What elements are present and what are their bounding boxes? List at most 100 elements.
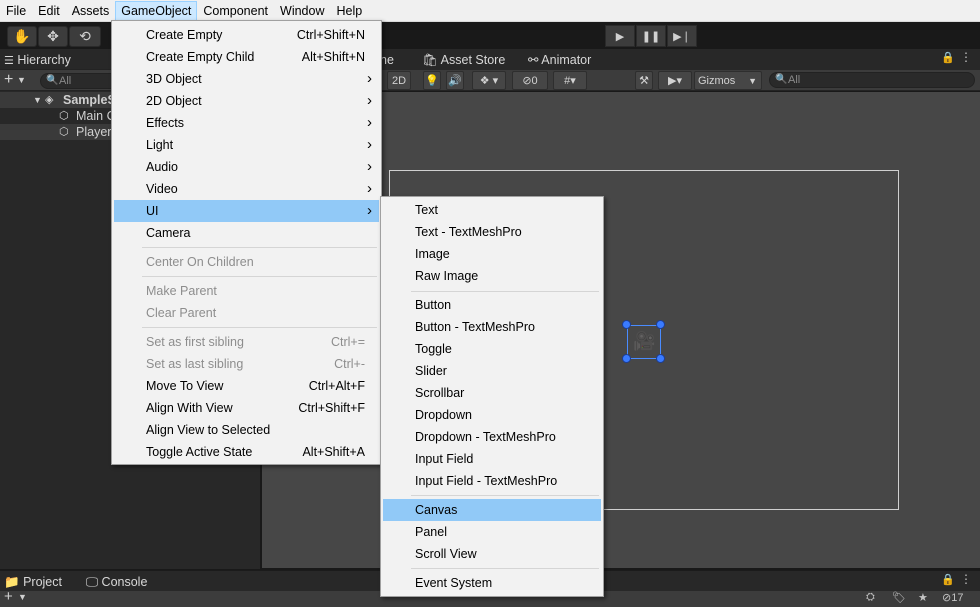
ui-submenu-item-event-system[interactable]: Event System [383, 572, 601, 594]
filter-type-icon[interactable]: ⛭ [866, 591, 875, 604]
hierarchy-tab[interactable]: ☰ Hierarchy [4, 50, 71, 70]
ui-submenu-item-input-field[interactable]: Input Field [383, 448, 601, 470]
move-tool-icon[interactable]: ✥ [38, 26, 68, 47]
gameobject-menu-item-toggle-active-state[interactable]: Toggle Active State Alt+Shift+A [114, 441, 379, 463]
ui-submenu-item-text[interactable]: Text [383, 199, 601, 221]
gameobject-menu-item-ui[interactable]: UI › [114, 200, 379, 222]
gameobject-menu-item-move-to-view[interactable]: Move To View Ctrl+Alt+F [114, 375, 379, 397]
tab-animator-label: Animator [541, 53, 592, 67]
label-icon[interactable]: 🏷 [892, 591, 906, 604]
menu-edit[interactable]: Edit [32, 1, 66, 21]
ui-submenu-item-slider[interactable]: Slider [383, 360, 601, 382]
menu-item-shortcut: Ctrl+Shift+F [298, 401, 365, 415]
pause-icon[interactable]: ❚❚ [636, 25, 666, 47]
ui-submenu-item-toggle[interactable]: Toggle [383, 338, 601, 360]
gameobject-menu-item-create-empty[interactable]: Create Empty Ctrl+Shift+N [114, 24, 379, 46]
ui-submenu-item-scrollbar[interactable]: Scrollbar [383, 382, 601, 404]
scene-search-input[interactable]: 🔍 All [769, 72, 975, 88]
chevron-right-icon: › [367, 92, 372, 109]
ui-submenu-item-image[interactable]: Image [383, 243, 601, 265]
more-options-icon[interactable]: ⋮ [960, 572, 972, 586]
ui-submenu-item-panel[interactable]: Panel [383, 521, 601, 543]
menu-item-label: Dropdown - TextMeshPro [415, 430, 556, 444]
menu-item-label: Text [415, 203, 438, 217]
step-icon[interactable]: ▶❘ [667, 25, 697, 47]
menu-item-label: Video [146, 182, 178, 196]
gameobject-menu-item-video[interactable]: Video › [114, 178, 379, 200]
gameobject-menu-item-2d-object[interactable]: 2D Object › [114, 90, 379, 112]
tab-console[interactable]: 🖵 Console [86, 572, 147, 592]
hidden-packages-count: 17 [951, 592, 964, 604]
menu-help[interactable]: Help [330, 1, 368, 21]
ui-submenu-item-dropdown-textmeshpro[interactable]: Dropdown - TextMeshPro [383, 426, 601, 448]
tab-asset-store[interactable]: 🛍 Asset Store [422, 50, 505, 70]
menu-gameobject[interactable]: GameObject [115, 0, 198, 21]
menu-item-shortcut: Ctrl+= [330, 335, 365, 349]
ui-submenu-item-raw-image[interactable]: Raw Image [383, 265, 601, 287]
menu-item-shortcut: Alt+Shift+N [301, 50, 365, 64]
grid-icon[interactable]: #▾ [553, 71, 587, 90]
ui-submenu-item-scroll-view[interactable]: Scroll View [383, 543, 601, 565]
menu-item-shortcut: Ctrl+Alt+F [308, 379, 365, 393]
star-icon[interactable]: ★ [918, 591, 928, 604]
gameobject-cube-icon: ⬡ [59, 126, 69, 138]
lighting-icon[interactable]: 💡 [423, 71, 441, 90]
ui-submenu-item-button-textmeshpro[interactable]: Button - TextMeshPro [383, 316, 601, 338]
gameobject-menu-item-audio[interactable]: Audio › [114, 156, 379, 178]
menu-item-label: Move To View [146, 379, 224, 393]
audio-icon[interactable]: 🔊 [446, 71, 464, 90]
add-icon[interactable]: + [4, 70, 13, 90]
menu-bar: File Edit Assets GameObject Component Wi… [0, 0, 980, 22]
menu-file[interactable]: File [0, 1, 32, 21]
menu-item-label: Light [146, 138, 174, 152]
more-options-icon[interactable]: ⋮ [960, 50, 972, 64]
menu-item-label: Create Empty Child [146, 50, 255, 64]
menu-item-label: Canvas [415, 503, 458, 517]
menu-item-label: Text - TextMeshPro [415, 225, 522, 239]
effects-icon[interactable]: ❖ ▾ [472, 71, 506, 90]
gameobject-menu-item-align-with-view[interactable]: Align With View Ctrl+Shift+F [114, 397, 379, 419]
menu-assets[interactable]: Assets [66, 1, 116, 21]
resize-handle-top-left[interactable] [622, 320, 631, 329]
resize-handle-bottom-left[interactable] [622, 354, 631, 363]
menu-separator [411, 495, 599, 496]
gameobject-menu-item-align-view-to-selected[interactable]: Align View to Selected [114, 419, 379, 441]
ui-submenu-item-text-textmeshpro[interactable]: Text - TextMeshPro [383, 221, 601, 243]
scene-search-placeholder: All [788, 74, 801, 86]
gameobject-menu-item-create-empty-child[interactable]: Create Empty Child Alt+Shift+N [114, 46, 379, 68]
selected-object-bounds[interactable]: 🎥 [627, 325, 661, 359]
resize-handle-top-right[interactable] [656, 320, 665, 329]
dropdown-arrow-icon[interactable]: ▼ [18, 592, 27, 602]
hidden-objects-icon[interactable]: ⊘ 0 [512, 71, 548, 90]
dropdown-arrow-icon[interactable]: ▼ [17, 70, 26, 90]
menu-item-label: Align With View [146, 401, 233, 415]
lock-icon[interactable]: 🔒 [941, 51, 955, 64]
resize-handle-bottom-right[interactable] [656, 354, 665, 363]
hidden-packages-icon[interactable]: ⊘17 [942, 591, 963, 604]
expand-arrow-icon[interactable]: ▼ [33, 92, 42, 108]
menu-component[interactable]: Component [197, 1, 274, 21]
gizmos-button[interactable]: Gizmos ▼ [694, 71, 762, 90]
rotate-tool-icon[interactable]: ⟲ [69, 26, 101, 47]
gameobject-menu-item-light[interactable]: Light › [114, 134, 379, 156]
menu-item-label: Audio [146, 160, 178, 174]
mode-2d-button[interactable]: 2D [387, 71, 411, 90]
camera-icon[interactable]: ▶▾ [658, 71, 692, 90]
gameobject-menu-item-effects[interactable]: Effects › [114, 112, 379, 134]
ui-submenu-item-button[interactable]: Button [383, 294, 601, 316]
hand-tool-icon[interactable]: ✋ [7, 26, 37, 47]
ui-submenu-item-input-field-textmeshpro[interactable]: Input Field - TextMeshPro [383, 470, 601, 492]
play-icon[interactable]: ▶ [605, 25, 635, 47]
add-icon[interactable]: + [4, 588, 13, 605]
tab-animator[interactable]: ⚯ Animator [528, 50, 591, 70]
menu-window[interactable]: Window [274, 1, 330, 21]
tab-scene[interactable]: ne [380, 50, 394, 70]
gameobject-menu-item-camera[interactable]: Camera [114, 222, 379, 244]
menu-item-label: Input Field - TextMeshPro [415, 474, 558, 488]
tools-icon[interactable]: ⚒ [635, 71, 653, 90]
ui-submenu-item-dropdown[interactable]: Dropdown [383, 404, 601, 426]
ui-submenu-item-canvas[interactable]: Canvas [383, 499, 601, 521]
chevron-down-icon: ▼ [748, 75, 757, 86]
lock-icon[interactable]: 🔒 [941, 573, 955, 586]
gameobject-menu-item-3d-object[interactable]: 3D Object › [114, 68, 379, 90]
